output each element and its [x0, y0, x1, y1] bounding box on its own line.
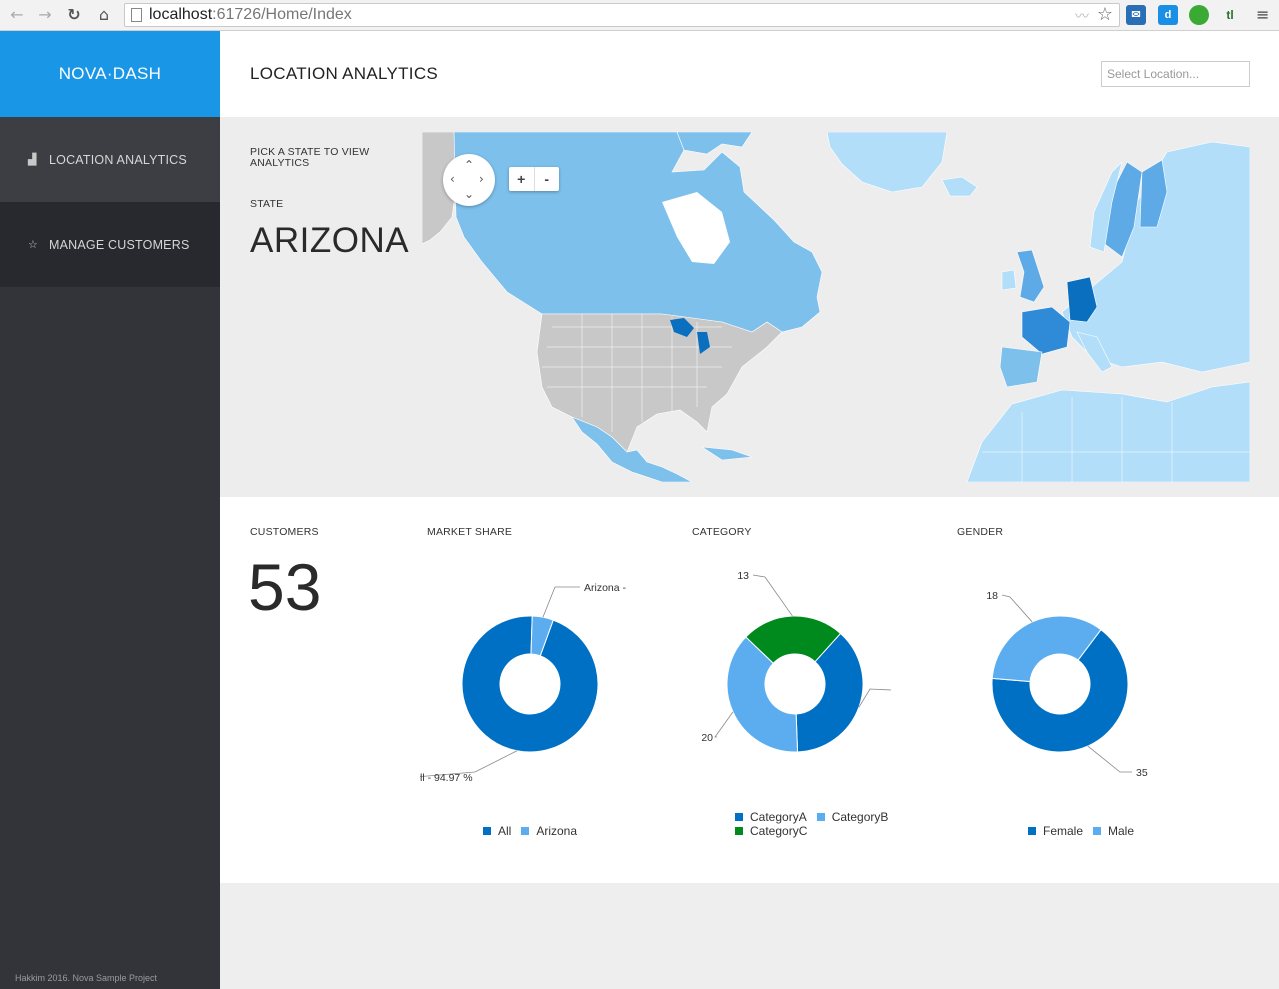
data-label: 18: [986, 590, 998, 602]
donut-svg: ll - 94.97 % Arizona -: [420, 582, 627, 784]
sidebar: NOVA·DASH ▟ LOCATION ANALYTICS ☆ MANAGE …: [0, 31, 220, 989]
legend-item-arizona[interactable]: Arizona: [521, 824, 577, 838]
legend-swatch: [1028, 827, 1036, 835]
bookmark-star-icon[interactable]: ☆: [1097, 4, 1113, 26]
stats-section: CUSTOMERS 53 MARKET SHARE CATEGORY GENDE…: [220, 497, 1279, 883]
legend-item-all[interactable]: All: [483, 824, 511, 838]
legend-swatch: [816, 813, 825, 821]
region-spain[interactable]: [999, 346, 1043, 388]
slice-all[interactable]: [461, 615, 599, 753]
page-icon: [131, 8, 142, 22]
legend-label: CategoryB: [831, 810, 889, 824]
star-icon: ☆: [28, 238, 39, 251]
pan-right-icon[interactable]: ›: [479, 173, 484, 185]
map-zoom-control: + -: [509, 167, 559, 191]
extension-d-icon[interactable]: d: [1158, 5, 1178, 25]
leader-line: [542, 586, 580, 618]
map-pan-control[interactable]: ⌃ ⌄ ‹ ›: [443, 154, 495, 206]
data-label: Arizona -: [584, 582, 627, 594]
brand-logo[interactable]: NOVA·DASH: [0, 31, 220, 117]
leader-line: [714, 711, 734, 738]
location-search-input[interactable]: [1101, 61, 1250, 87]
legend-item-categorya[interactable]: CategoryA: [735, 810, 807, 824]
leader-line: [858, 688, 892, 708]
state-label: STATE: [250, 198, 284, 210]
zoom-in-button[interactable]: +: [509, 167, 534, 191]
leader-line: [1087, 745, 1132, 773]
home-icon[interactable]: ⌂: [93, 4, 115, 26]
legend-label: All: [498, 824, 512, 838]
legend-swatch: [483, 827, 491, 835]
back-icon[interactable]: ←: [6, 4, 28, 26]
data-label: ll - 94.97 %: [420, 772, 473, 784]
zoom-out-button[interactable]: -: [533, 167, 560, 191]
world-map[interactable]: ⌃ ⌄ ‹ › + -: [422, 132, 1250, 482]
legend-label: CategoryA: [750, 810, 807, 824]
customers-label: CUSTOMERS: [250, 526, 319, 538]
category-chart: 20 13 CategoryA CategoryB CategoryC: [685, 537, 945, 857]
sidebar-item-location-analytics[interactable]: ▟ LOCATION ANALYTICS: [0, 117, 220, 202]
bar-chart-icon: ▟: [28, 153, 37, 166]
reload-icon[interactable]: ↻: [63, 4, 85, 26]
sidebar-item-label: LOCATION ANALYTICS: [49, 152, 187, 167]
pan-up-icon[interactable]: ⌃: [464, 159, 474, 171]
map-section: PICK A STATE TO VIEW ANALYTICS STATE ARI…: [220, 117, 1279, 497]
page-title: LOCATION ANALYTICS: [250, 64, 439, 83]
legend-label: Arizona: [536, 824, 578, 838]
main-content: LOCATION ANALYTICS PICK A STATE TO VIEW …: [220, 31, 1279, 989]
customers-count: 53: [248, 550, 322, 624]
pan-down-icon[interactable]: ⌄: [464, 188, 474, 200]
legend-item-categoryc[interactable]: CategoryC: [735, 824, 807, 838]
extension-leaf-icon[interactable]: [1189, 5, 1209, 25]
legend-swatch: [1093, 827, 1102, 835]
address-bar[interactable]: localhost:61726/Home/Index 〰 ☆: [124, 3, 1120, 27]
chart-legend: Female Male: [1028, 824, 1144, 838]
market-share-chart: ll - 94.97 % Arizona - All Arizona: [420, 537, 680, 857]
browser-toolbar: ← → ↻ ⌂ localhost:61726/Home/Index 〰 ☆ ✉…: [0, 0, 1279, 31]
slice-male[interactable]: [991, 615, 1102, 683]
feed-icon[interactable]: 〰: [1075, 6, 1089, 26]
data-label: 13: [737, 570, 749, 582]
extension-tldr-icon[interactable]: tl: [1220, 5, 1240, 25]
chart-legend: All Arizona: [483, 824, 587, 838]
legend-item-female[interactable]: Female: [1028, 824, 1083, 838]
legend-swatch: [735, 813, 743, 821]
pick-state-instruction: PICK A STATE TO VIEW ANALYTICS: [250, 146, 370, 169]
sidebar-item-label: MANAGE CUSTOMERS: [49, 237, 190, 252]
leader-line: [1001, 594, 1033, 623]
footer-text: Hakkim 2016. Nova Sample Project: [15, 973, 158, 983]
donut-svg: 2013: [701, 570, 892, 753]
pan-left-icon[interactable]: ‹: [450, 173, 455, 185]
selected-state-name: ARIZONA: [250, 221, 410, 260]
gender-chart: 35 18 Female Male: [950, 537, 1210, 857]
header: LOCATION ANALYTICS: [220, 31, 1279, 117]
leader-line: [752, 574, 793, 617]
sidebar-item-manage-customers[interactable]: ☆ MANAGE CUSTOMERS: [0, 202, 220, 287]
legend-item-male[interactable]: Male: [1093, 824, 1134, 838]
browser-menu-icon[interactable]: ≡: [1256, 5, 1269, 24]
legend-label: Male: [1108, 824, 1135, 838]
legend-label: CategoryC: [750, 824, 808, 838]
legend-item-categoryb[interactable]: CategoryB: [816, 810, 889, 824]
legend-label: Female: [1043, 824, 1084, 838]
legend-swatch: [735, 827, 743, 835]
extension-mail-icon[interactable]: ✉: [1126, 5, 1146, 25]
legend-swatch: [521, 827, 530, 835]
url-text[interactable]: localhost:61726/Home/Index: [149, 6, 352, 24]
region-ireland[interactable]: [1001, 269, 1017, 291]
chart-legend: CategoryA CategoryB CategoryC: [735, 810, 905, 838]
data-label: 20: [701, 732, 713, 744]
data-label: 35: [1136, 767, 1148, 779]
donut-svg: 35 18: [986, 590, 1148, 779]
forward-icon[interactable]: →: [34, 4, 56, 26]
